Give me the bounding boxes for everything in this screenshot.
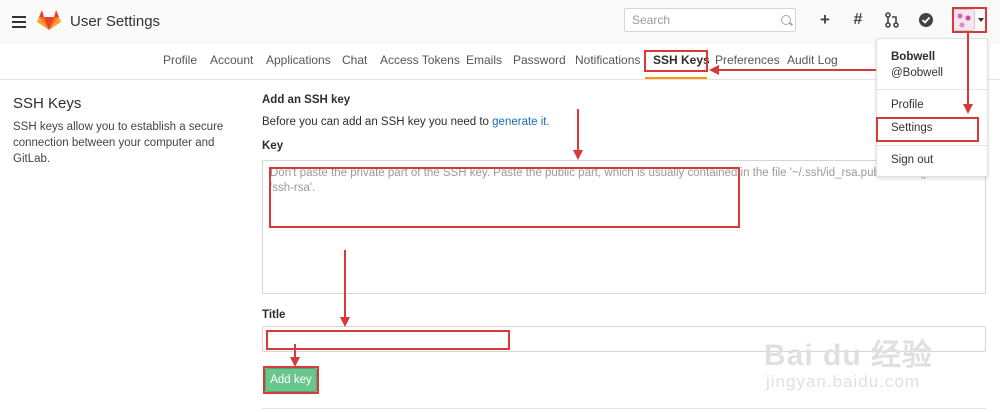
divider [262,408,986,409]
plus-icon[interactable]: + [816,11,834,29]
arrow-head [340,317,350,327]
dropdown-divider [877,145,987,146]
dropdown-user-name: Bobwell [891,51,936,63]
dropdown-item-profile[interactable]: Profile [891,99,924,111]
gitlab-logo-icon[interactable] [37,9,61,31]
arrow-head [290,357,300,367]
search-icon [781,15,791,25]
form-intro-text: Before you can add an SSH key you need t… [262,116,493,128]
arrow-to-title [344,250,346,318]
title-label: Title [262,309,286,321]
arrow-to-settings [967,33,969,105]
arrow-to-ssh-tab [718,69,876,71]
tab-preferences[interactable]: Preferences [715,53,780,67]
highlight-avatar [952,7,987,33]
generate-it-link[interactable]: generate it. [492,116,550,128]
search-input[interactable] [624,8,796,32]
highlight-add-key-button [263,366,319,394]
tab-profile[interactable]: Profile [163,53,197,67]
tab-password[interactable]: Password [513,53,566,67]
tab-notifications[interactable]: Notifications [575,53,640,67]
arrow-head [709,65,719,75]
arrow-to-key [577,109,579,151]
highlight-settings-item [876,117,979,142]
top-navbar: User Settings + # [0,0,1000,45]
app-title: User Settings [70,13,161,30]
arrow-to-add-key [294,344,296,358]
active-tab-indicator [645,77,707,79]
tab-applications[interactable]: Applications [266,53,331,67]
watermark-logo: Bai du 经验 [764,339,934,372]
tab-emails[interactable]: Emails [466,53,502,67]
highlight-key-field [269,167,740,228]
section-title: SSH Keys [13,95,82,112]
highlight-ssh-keys-tab [644,50,708,72]
hash-icon[interactable]: # [849,11,867,29]
dropdown-item-sign-out[interactable]: Sign out [891,154,933,166]
dropdown-user-handle: @Bobwell [891,67,943,79]
section-description: SSH keys allow you to establish a secure… [13,121,224,165]
merge-request-icon[interactable] [883,11,901,29]
tab-audit-log[interactable]: Audit Log [787,53,838,67]
form-intro: Before you can add an SSH key you need t… [262,116,550,128]
form-heading: Add an SSH key [262,94,351,106]
settings-tabs: Profile Account Applications Chat Access… [0,44,1000,80]
tab-chat[interactable]: Chat [342,53,367,67]
todo-check-icon[interactable] [917,11,935,29]
dropdown-divider [877,89,987,90]
highlight-title-field [266,330,510,350]
tab-access-tokens[interactable]: Access Tokens [380,53,460,67]
arrow-head [963,104,973,114]
arrow-head [573,150,583,160]
key-label: Key [262,140,284,152]
menu-icon[interactable] [12,16,26,28]
watermark-url: jingyan.baidu.com [766,372,921,391]
tab-account[interactable]: Account [210,53,253,67]
